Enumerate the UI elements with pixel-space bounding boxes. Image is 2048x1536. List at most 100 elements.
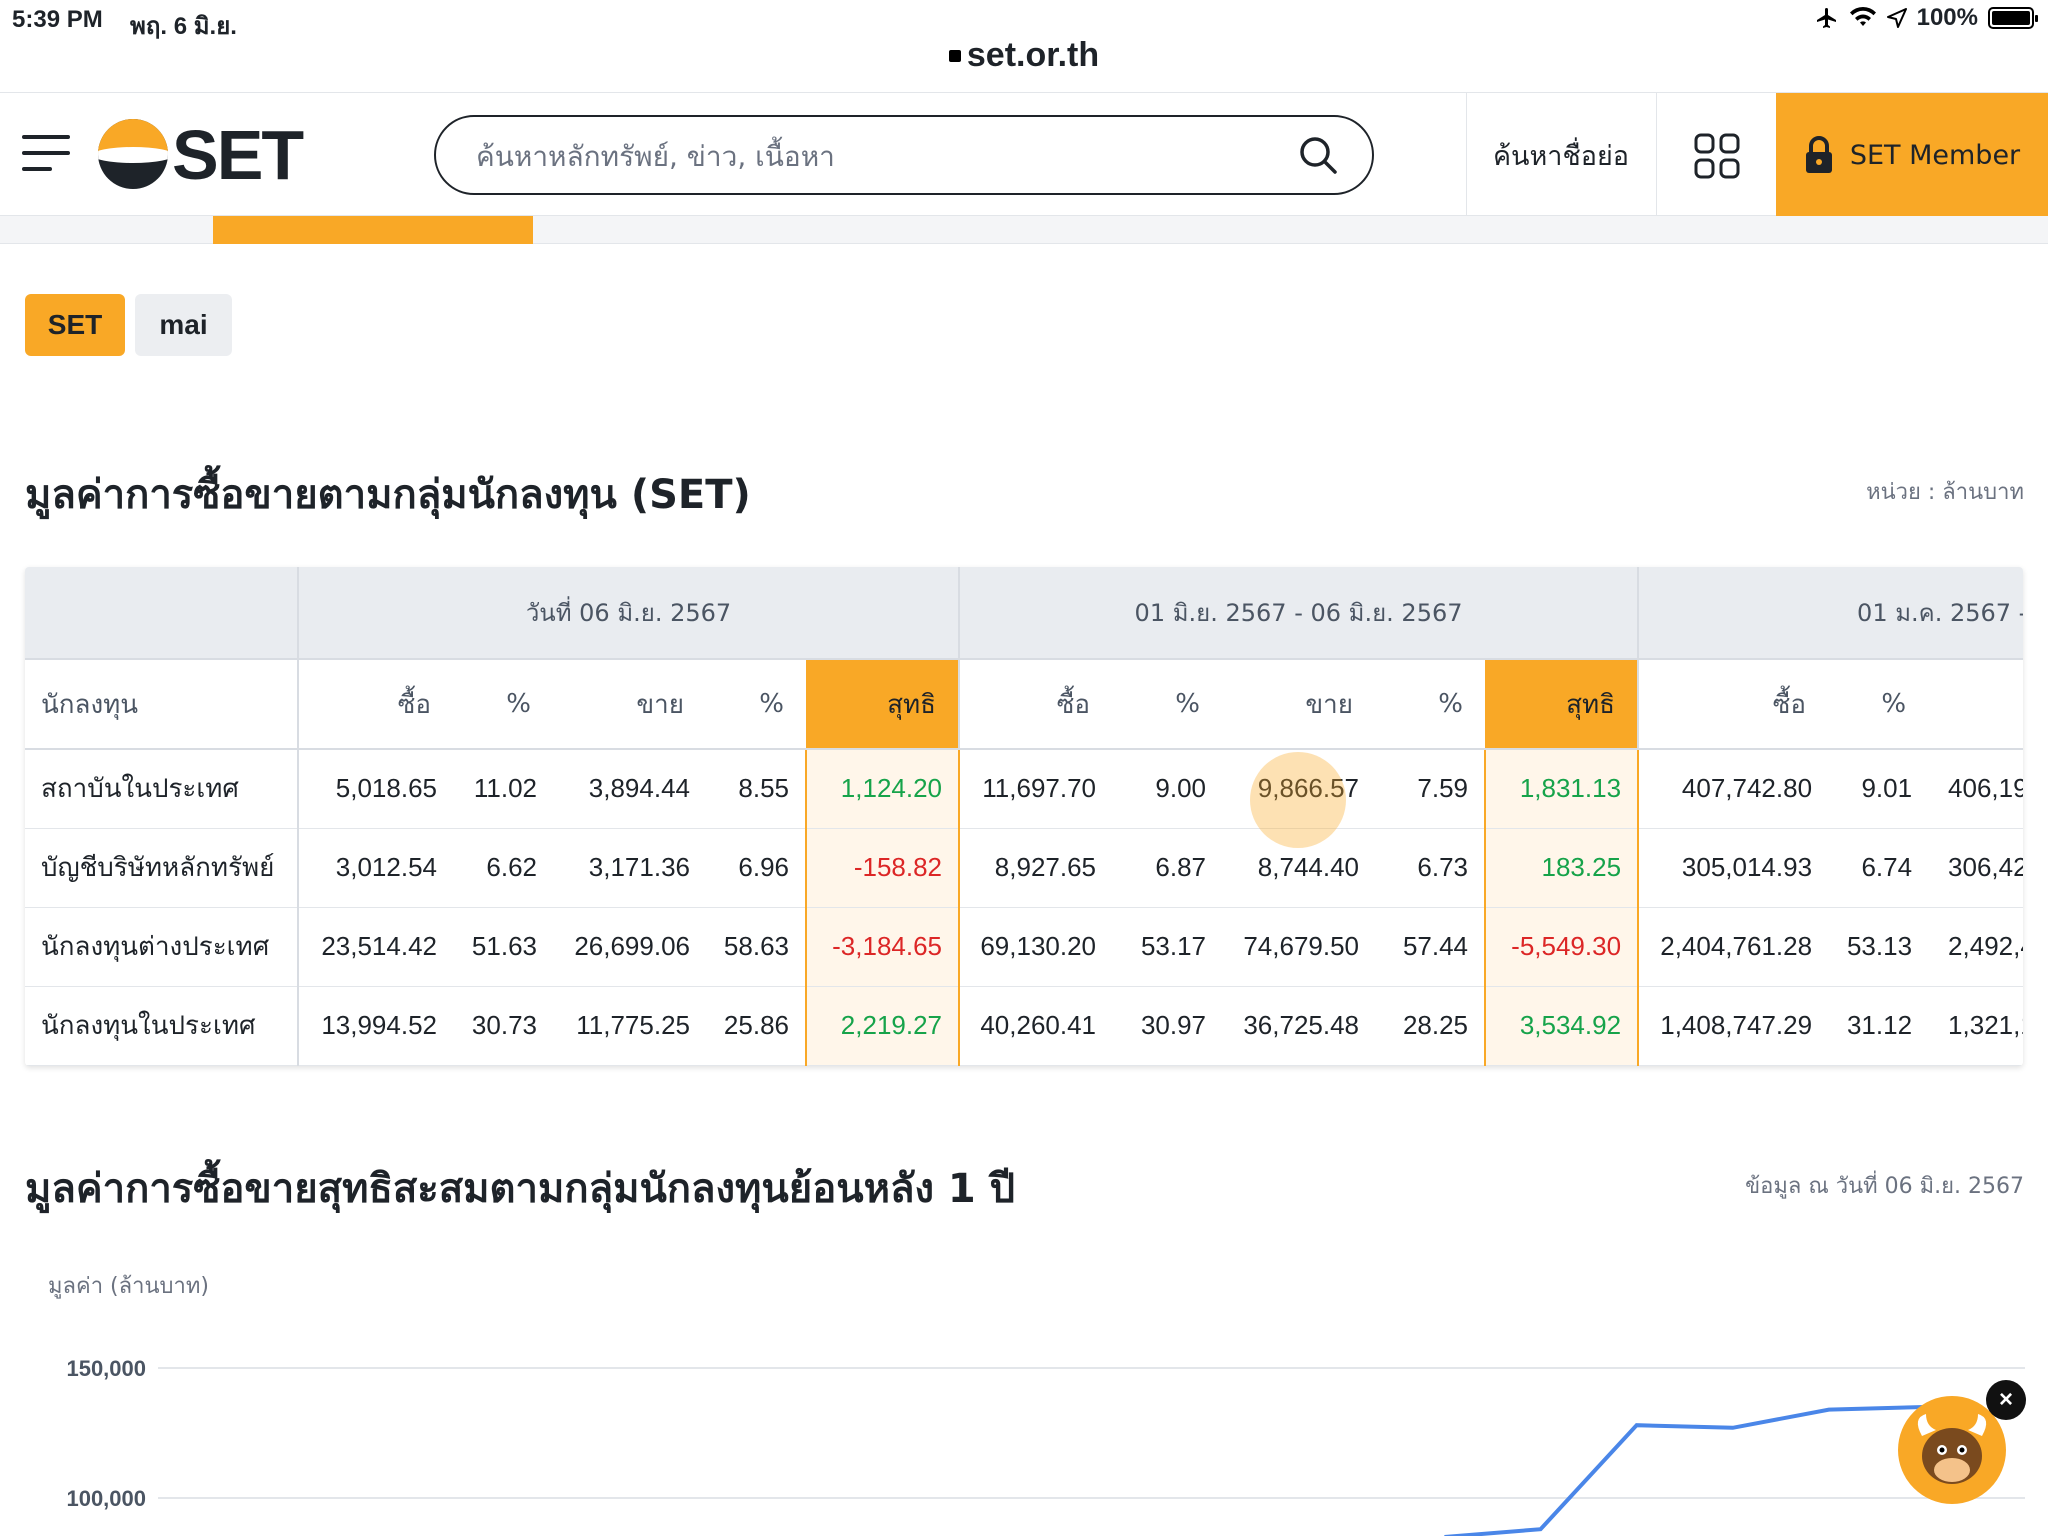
sell-value: 406,19	[1928, 749, 2023, 829]
buy-pct: 11.02	[453, 749, 553, 829]
net-value: 1,831.13	[1484, 749, 1640, 829]
sub-navigation	[0, 216, 2048, 244]
status-right: 100%	[1815, 4, 2038, 32]
table-row: สถาบันในประเทศ 5,018.65 11.02 3,894.44 8.55 1…	[25, 749, 2023, 829]
col-header-net: สุทธิ	[806, 658, 960, 750]
buy-value: 11,697.70	[958, 749, 1113, 829]
close-icon[interactable]: ×	[1986, 1380, 2026, 1420]
group-header-ytd: 01 ม.ค. 2567 - 06	[1637, 567, 2023, 659]
net-value: -158.82	[804, 828, 961, 908]
apps-grid-icon[interactable]	[1694, 133, 1740, 179]
col-header-buy: ซื้อ	[297, 658, 453, 750]
battery-percent: 100%	[1916, 4, 1978, 31]
col-header-pct: %	[453, 658, 553, 750]
buy-value: 3,012.54	[297, 828, 453, 908]
sell-value: 11,775.25	[553, 986, 706, 1066]
logo-mark	[98, 119, 168, 189]
buy-pct: 51.63	[453, 907, 553, 987]
market-tab-mai[interactable]: mai	[135, 294, 232, 356]
chart-y-tick-label: 100,000	[66, 1486, 146, 1511]
buy-pct: 30.73	[453, 986, 553, 1066]
group-header-day: วันที่ 06 มิ.ย. 2567	[296, 567, 960, 659]
lock-icon	[1805, 136, 1832, 173]
table-column-header: นักลงทุน ซื้อ % ขาย % สุทธิ ซื้อ % ขาย %…	[25, 658, 2023, 750]
sell-pct: 6.96	[706, 828, 806, 908]
sub-navigation-active-tab[interactable]	[213, 216, 533, 244]
sell-value: 3,171.36	[553, 828, 706, 908]
buy-pct: 6.74	[1828, 828, 1929, 908]
net-value: 1,124.20	[804, 749, 961, 829]
set-logo[interactable]: SET	[98, 116, 304, 194]
net-value: 3,534.92	[1484, 986, 1640, 1066]
cumulative-net-chart: 150,000 100,000	[66, 1356, 2025, 1536]
sell-pct: 57.44	[1375, 907, 1486, 987]
battery-icon	[1988, 7, 2038, 29]
investor-name: บัญชีบริษัทหลักทรัพย์	[25, 828, 298, 908]
col-header-pct: %	[706, 658, 806, 750]
unit-note: หน่วย : ล้านบาท	[1866, 480, 2024, 505]
table-group-header: วันที่ 06 มิ.ย. 2567 01 มิ.ย. 2567 - 06 …	[25, 567, 2023, 659]
investor-name: นักลงทุนในประเทศ	[25, 986, 298, 1066]
net-value: -5,549.30	[1484, 907, 1640, 987]
col-header-pct: %	[1112, 658, 1223, 750]
col-header-sell: ขาย	[1222, 658, 1376, 750]
buy-pct: 9.00	[1112, 749, 1223, 829]
sell-value: 2,492,47	[1928, 907, 2023, 987]
sell-value: 26,699.06	[553, 907, 706, 987]
location-icon	[1886, 8, 1907, 28]
buy-value: 305,014.93	[1637, 828, 1829, 908]
sell-pct: 58.63	[706, 907, 806, 987]
col-header-sell: ขาย	[553, 658, 706, 750]
chart-series-line	[1444, 1405, 1926, 1536]
header-divider	[1656, 93, 1657, 217]
table-corner	[25, 567, 298, 659]
buy-value: 40,260.41	[958, 986, 1113, 1066]
sell-pct: 7.59	[1375, 749, 1486, 829]
investor-name: สถาบันในประเทศ	[25, 749, 298, 829]
sell-value: 36,725.48	[1222, 986, 1376, 1066]
chart-y-tick-label: 150,000	[66, 1356, 146, 1381]
col-header-buy: ซื้อ	[958, 658, 1113, 750]
set-member-button[interactable]: SET Member	[1776, 93, 2048, 217]
section-title-investor-value: มูลค่าการซื้อขายตามกลุ่มนักลงทุน (SET)	[25, 472, 751, 518]
market-tab-set[interactable]: SET	[25, 294, 125, 356]
section-title-cumulative: มูลค่าการซื้อขายสุทธิสะสมตามกลุ่มนักลงทุ…	[25, 1166, 1016, 1212]
site-header: SET ค้นหาชื่อย่อ SET Member	[0, 92, 2048, 217]
search-icon[interactable]	[1298, 135, 1338, 175]
buy-pct: 53.17	[1112, 907, 1223, 987]
col-header-buy: ซื้อ	[1637, 658, 1829, 750]
quote-search-link[interactable]: ค้นหาชื่อย่อ	[1466, 93, 1656, 217]
col-header-sell-partial	[1928, 658, 2023, 750]
sell-pct: 6.73	[1375, 828, 1486, 908]
buy-value: 5,018.65	[297, 749, 453, 829]
search-input[interactable]	[476, 131, 1276, 181]
buy-value: 8,927.65	[958, 828, 1113, 908]
buy-value: 2,404,761.28	[1637, 907, 1829, 987]
investor-name: นักลงทุนต่างประเทศ	[25, 907, 298, 987]
buy-value: 13,994.52	[297, 986, 453, 1066]
sell-pct: 8.55	[706, 749, 806, 829]
set-member-label: SET Member	[1849, 139, 2021, 171]
buy-pct: 9.01	[1828, 749, 1929, 829]
wifi-icon	[1849, 6, 1876, 26]
hamburger-icon[interactable]	[22, 131, 70, 175]
lock-icon	[948, 50, 961, 62]
logo-text: SET	[172, 116, 304, 194]
buy-pct: 30.97	[1112, 986, 1223, 1066]
buy-pct: 6.87	[1112, 828, 1223, 908]
buy-value: 23,514.42	[297, 907, 453, 987]
col-header-pct: %	[1828, 658, 1929, 750]
airplane-icon	[1816, 8, 1836, 28]
sell-value: 306,42	[1928, 828, 2023, 908]
buy-value: 407,742.80	[1637, 749, 1829, 829]
col-header-net: สุทธิ	[1485, 658, 1639, 750]
net-value: 183.25	[1484, 828, 1640, 908]
sell-value: 1,321,17	[1928, 986, 2023, 1066]
sell-pct: 25.86	[706, 986, 806, 1066]
investor-table-scroll[interactable]: วันที่ 06 มิ.ย. 2567 01 มิ.ย. 2567 - 06 …	[25, 567, 2023, 1066]
search-box	[434, 115, 1374, 195]
buy-value: 1,408,747.29	[1637, 986, 1829, 1066]
address-bar[interactable]: set.or.th	[0, 36, 2048, 75]
status-time: 5:39 PM	[12, 6, 103, 33]
buy-pct: 6.62	[453, 828, 553, 908]
